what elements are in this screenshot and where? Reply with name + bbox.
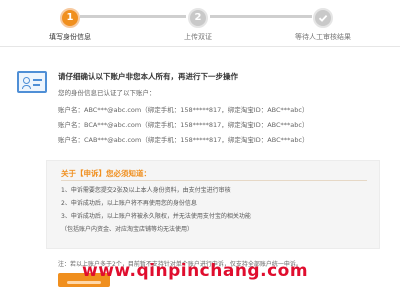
id-card-icon	[17, 71, 47, 93]
account-row: 账户名：ABC***@abc.com（绑定手机：158*****817，绑定淘宝…	[58, 106, 309, 114]
verified-accounts-intro: 您的身份信息已认证了以下账户：	[58, 89, 156, 97]
account-row: 账户名：BCA***@abc.com（绑定手机：158*****817，绑定淘宝…	[58, 121, 309, 129]
site-watermark: www.qinpinchang.com	[82, 261, 309, 281]
appeal-notice-box: 关于【申诉】您必须知道： 1、申诉需要您提交2张及以上本人身份资料，由支付宝进行…	[46, 160, 380, 249]
notice-item: 3、申诉成功后，以上账户将被永久限权，并无法使用支付宝的相关功能	[61, 213, 251, 220]
notice-title: 关于【申诉】您必须知道：	[61, 169, 151, 178]
step-label: 填写身份信息	[49, 33, 91, 41]
notice-list: 1、申诉需要您提交2张及以上本人身份资料，由支付宝进行审核 2、申诉成功后，以上…	[61, 184, 251, 236]
step-fill-identity: 1 填写身份信息	[5, 0, 135, 42]
notice-item: （包括账户内资金、对应淘宝店铺等均无法使用）	[61, 226, 194, 233]
notice-item: 2、申诉成功后，以上账户将不再使用您的身份信息	[61, 200, 197, 207]
account-row: 账户名：CAB***@abc.com（绑定手机：158*****817，绑定淘宝…	[58, 136, 309, 144]
notice-item: 1、申诉需要您提交2张及以上本人身份资料，由支付宝进行审核	[61, 187, 231, 194]
progress-stepper: 1 填写身份信息 2 上传双证 等待人工审核结果	[0, 0, 400, 47]
confirm-headline: 请仔细确认以下账户非您本人所有，再进行下一步操作	[58, 72, 238, 81]
check-icon	[313, 8, 333, 28]
divider	[61, 180, 367, 181]
step-number-badge: 2	[188, 8, 208, 28]
step-label: 上传双证	[184, 33, 212, 41]
account-list: 账户名：ABC***@abc.com（绑定手机：158*****817，绑定淘宝…	[58, 103, 309, 148]
step-label: 等待人工审核结果	[295, 33, 351, 41]
step-await-review: 等待人工审核结果	[258, 0, 388, 42]
step-number-badge: 1	[60, 8, 80, 28]
step-upload-documents: 2 上传双证	[133, 0, 263, 42]
